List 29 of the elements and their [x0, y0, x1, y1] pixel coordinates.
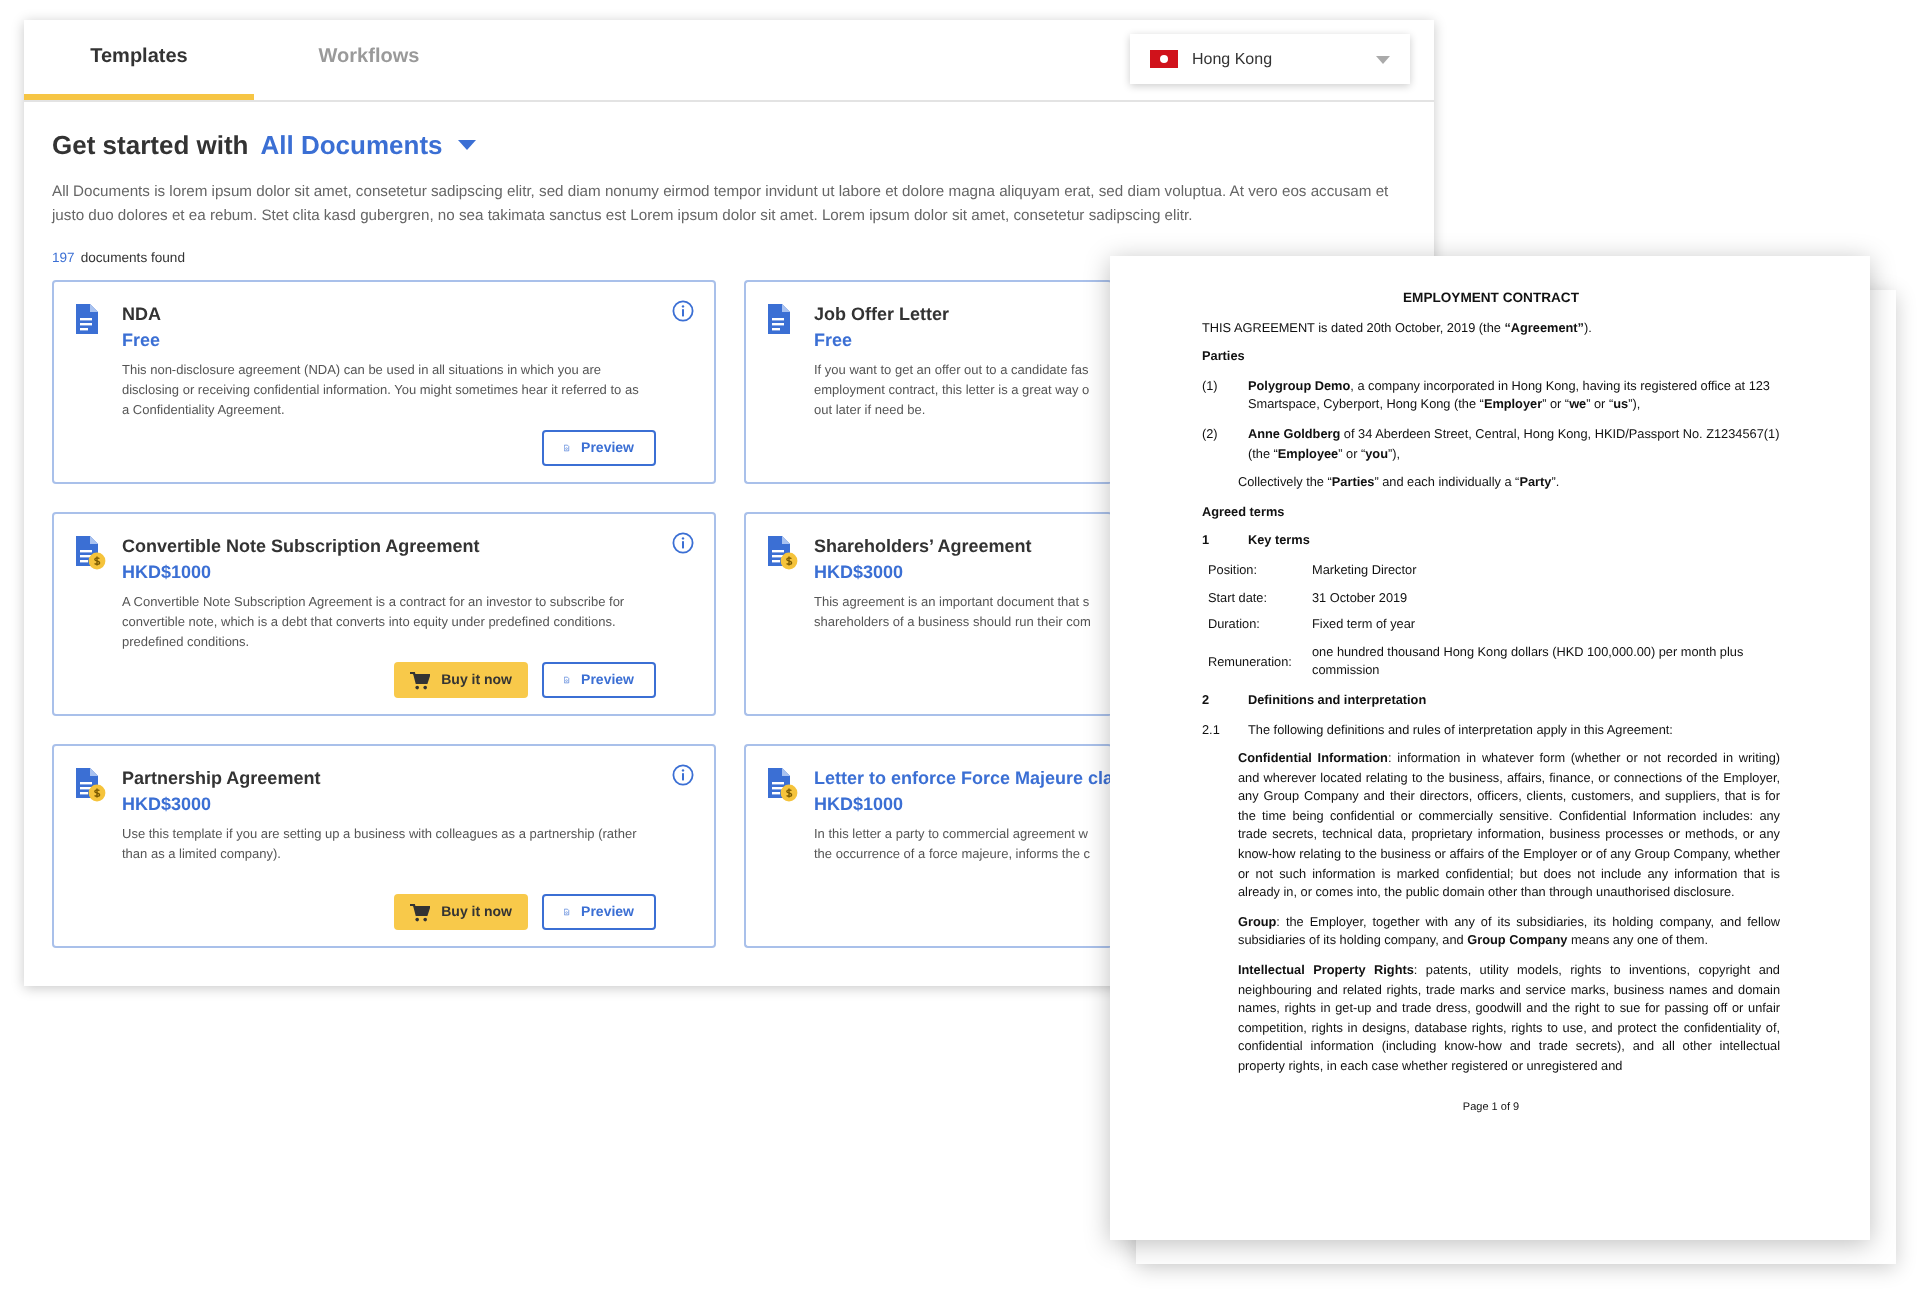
document-coin-icon [766, 766, 798, 802]
card-title: NDA [122, 304, 161, 324]
document-coin-icon [74, 766, 106, 802]
template-card[interactable] [52, 280, 716, 484]
category-dropdown[interactable]: All Documents [260, 130, 477, 160]
info-icon[interactable] [672, 532, 694, 554]
card-title: Job Offer Letter [814, 304, 950, 324]
cart-icon [409, 671, 430, 689]
flag-icon [1150, 50, 1178, 68]
card-price: HKD$3000 [814, 562, 904, 582]
card-title: Partnership Agreement [122, 768, 321, 788]
card-title: Shareholders’ Agreement [814, 536, 1032, 556]
info-icon[interactable] [672, 300, 694, 322]
card-title: Convertible Note Subscription Agreement [122, 536, 480, 556]
cart-icon [409, 903, 430, 921]
document-coin-icon [74, 534, 106, 570]
card-price: HKD$1000 [814, 794, 904, 814]
page-heading: Get started with [52, 130, 249, 160]
caret-icon [1376, 55, 1390, 63]
card-price: HKD$1000 [122, 562, 212, 582]
card-price: Free [814, 330, 853, 350]
card-price: HKD$3000 [122, 794, 212, 814]
region-dropdown[interactable]: Hong Kong [1130, 34, 1410, 84]
document-coin-icon [766, 534, 798, 570]
template-card[interactable] [52, 512, 716, 716]
tab[interactable]: Templates [24, 20, 254, 100]
caret-icon [458, 140, 477, 150]
info-icon[interactable] [672, 764, 694, 786]
card-price: Free [122, 330, 161, 350]
